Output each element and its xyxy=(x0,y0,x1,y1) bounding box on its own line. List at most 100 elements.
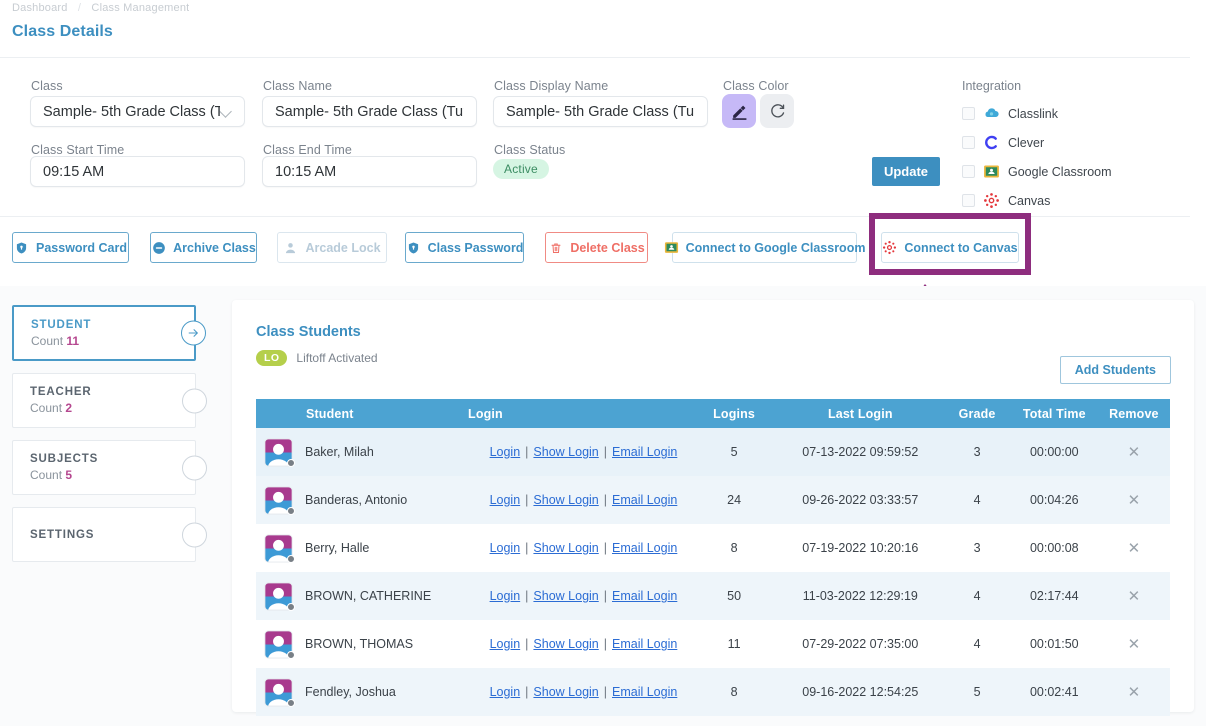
cell-student: BROWN, THOMAS xyxy=(256,620,468,668)
show-login-link[interactable]: Show Login xyxy=(533,541,598,555)
connect-canvas-button[interactable]: Connect to Canvas xyxy=(881,232,1019,263)
email-login-link[interactable]: Email Login xyxy=(612,637,677,651)
col-remove[interactable]: Remove xyxy=(1097,399,1170,428)
sidebar-item-teacher[interactable]: TEACHER Count 2 xyxy=(12,373,207,428)
class-display-name-input[interactable]: Sample- 5th Grade Class (Turner) xyxy=(493,96,708,127)
login-link[interactable]: Login xyxy=(490,493,521,507)
liftoff-badge: LO xyxy=(256,350,288,366)
col-login[interactable]: Login xyxy=(468,399,691,428)
email-login-link[interactable]: Email Login xyxy=(612,685,677,699)
class-color-reset-button[interactable] xyxy=(760,94,794,128)
cell-student: Berry, Halle xyxy=(256,524,468,572)
col-logins[interactable]: Logins xyxy=(690,399,778,428)
circle-icon[interactable] xyxy=(182,455,207,480)
email-login-link[interactable]: Email Login xyxy=(612,445,677,459)
email-login-link[interactable]: Email Login xyxy=(612,541,677,555)
google-classroom-checkbox[interactable] xyxy=(962,165,975,178)
password-card-button[interactable]: Password Card xyxy=(12,232,129,263)
col-grade[interactable]: Grade xyxy=(943,399,1011,428)
class-start-time-input[interactable]: 09:15 AM xyxy=(30,156,245,187)
show-login-link[interactable]: Show Login xyxy=(533,493,598,507)
login-link[interactable]: Login xyxy=(490,637,521,651)
table-row[interactable]: BROWN, THOMAS Login | Show Login | Email Log… xyxy=(256,620,1170,668)
connect-google-classroom-button[interactable]: Connect to Google Classroom xyxy=(664,232,865,263)
cell-grade: 5 xyxy=(973,685,981,699)
show-login-link[interactable]: Show Login xyxy=(533,589,598,603)
col-student[interactable]: Student xyxy=(256,399,469,428)
breadcrumb-separator: / xyxy=(77,2,82,14)
sidebar-item-teacher-count: Count 2 xyxy=(30,401,73,415)
classlink-checkbox[interactable] xyxy=(962,107,975,120)
cell-grade: 4 xyxy=(973,637,981,651)
close-icon[interactable]: ✕ xyxy=(1128,492,1141,509)
sidebar-item-settings[interactable]: SETTINGS xyxy=(12,507,207,562)
clever-checkbox[interactable] xyxy=(962,136,975,149)
close-icon[interactable]: ✕ xyxy=(1128,444,1141,461)
circle-icon[interactable] xyxy=(182,388,207,413)
class-name-label: Class Name xyxy=(263,79,333,93)
cell-login: Login | Show Login | Email Login xyxy=(489,685,678,699)
update-button[interactable]: Update xyxy=(872,157,940,186)
show-login-link[interactable]: Show Login xyxy=(533,685,598,699)
login-link[interactable]: Login xyxy=(490,445,521,459)
table-row[interactable]: Baker, Milah Login | Show Login | Email Logi… xyxy=(256,428,1170,476)
email-login-link[interactable]: Email Login xyxy=(612,589,677,603)
login-link[interactable]: Login xyxy=(490,541,521,555)
col-total-time[interactable]: Total Time xyxy=(1010,399,1098,428)
sidebar-item-teacher-title: TEACHER xyxy=(30,386,92,398)
integration-title: Integration xyxy=(962,79,1022,93)
classlink-icon xyxy=(983,105,1000,122)
class-name-input[interactable]: Sample- 5th Grade Class (Turner) xyxy=(262,96,477,127)
canvas-checkbox[interactable] xyxy=(962,194,975,207)
table-row[interactable]: Berry, Halle Login | Show Login | Email Logi… xyxy=(256,524,1170,572)
students-table: Student Login Logins Last Login Grade To… xyxy=(256,399,1170,716)
breadcrumb[interactable]: Dashboard / Class Management xyxy=(12,2,189,14)
class-color-picker[interactable] xyxy=(722,94,756,128)
google-classroom-label: Google Classroom xyxy=(1008,164,1112,179)
sidebar-item-subjects-title: SUBJECTS xyxy=(30,453,99,465)
class-end-time-value: 10:15 AM xyxy=(275,163,337,180)
class-color-label: Class Color xyxy=(723,79,789,93)
cell-logins: 24 xyxy=(727,493,742,507)
class-display-name-label: Class Display Name xyxy=(494,79,609,93)
integration-row-canvas[interactable]: Canvas xyxy=(962,189,1182,212)
liftoff-text: Liftoff Activated xyxy=(296,351,378,365)
show-login-link[interactable]: Show Login xyxy=(533,445,598,459)
archive-class-button[interactable]: Archive Class xyxy=(150,232,257,263)
circle-icon[interactable] xyxy=(182,522,207,547)
integration-row-google-classroom[interactable]: Google Classroom xyxy=(962,160,1182,183)
class-password-button[interactable]: Class Password xyxy=(405,232,524,263)
email-login-link[interactable]: Email Login xyxy=(612,493,677,507)
breadcrumb-item-0[interactable]: Dashboard xyxy=(12,2,68,14)
cell-last-login: 07-13-2022 09:59:52 xyxy=(802,445,919,459)
cell-logins: 50 xyxy=(727,589,742,603)
breadcrumb-item-1[interactable]: Class Management xyxy=(91,2,189,14)
close-icon[interactable]: ✕ xyxy=(1128,540,1141,557)
close-icon[interactable]: ✕ xyxy=(1128,636,1141,653)
google-classroom-icon xyxy=(664,240,679,255)
delete-class-button[interactable]: Delete Class xyxy=(545,232,648,263)
login-link[interactable]: Login xyxy=(490,685,521,699)
arrow-right-icon[interactable] xyxy=(181,320,206,346)
login-link[interactable]: Login xyxy=(490,589,521,603)
liftoff-status: LO Liftoff Activated xyxy=(256,350,378,366)
cell-logins: 5 xyxy=(730,445,738,459)
col-last-login[interactable]: Last Login xyxy=(777,399,944,428)
integration-row-classlink[interactable]: Classlink xyxy=(962,102,1182,125)
connect-google-classroom-label: Connect to Google Classroom xyxy=(685,240,866,255)
table-row[interactable]: Banderas, Antonio Login | Show Login | Email… xyxy=(256,476,1170,524)
class-end-time-input[interactable]: 10:15 AM xyxy=(262,156,477,187)
close-icon[interactable]: ✕ xyxy=(1128,588,1141,605)
avatar xyxy=(264,437,295,467)
integration-row-clever[interactable]: Clever xyxy=(962,131,1182,154)
class-select[interactable]: Sample- 5th Grade Class (Turner) xyxy=(30,96,245,127)
sidebar-item-student[interactable]: STUDENT Count 11 xyxy=(12,305,206,361)
student-name: Fendley, Joshua xyxy=(305,685,396,699)
show-login-link[interactable]: Show Login xyxy=(533,637,598,651)
add-students-button[interactable]: Add Students xyxy=(1059,356,1171,384)
sidebar-item-subjects[interactable]: SUBJECTS Count 5 xyxy=(12,440,207,495)
close-icon[interactable]: ✕ xyxy=(1128,684,1141,701)
table-row[interactable]: BROWN, CATHERINE Login | Show Login | Email … xyxy=(256,572,1170,620)
cell-remove: ✕ xyxy=(1098,476,1170,524)
table-row[interactable]: Fendley, Joshua Login | Show Login | Email L… xyxy=(256,668,1170,716)
